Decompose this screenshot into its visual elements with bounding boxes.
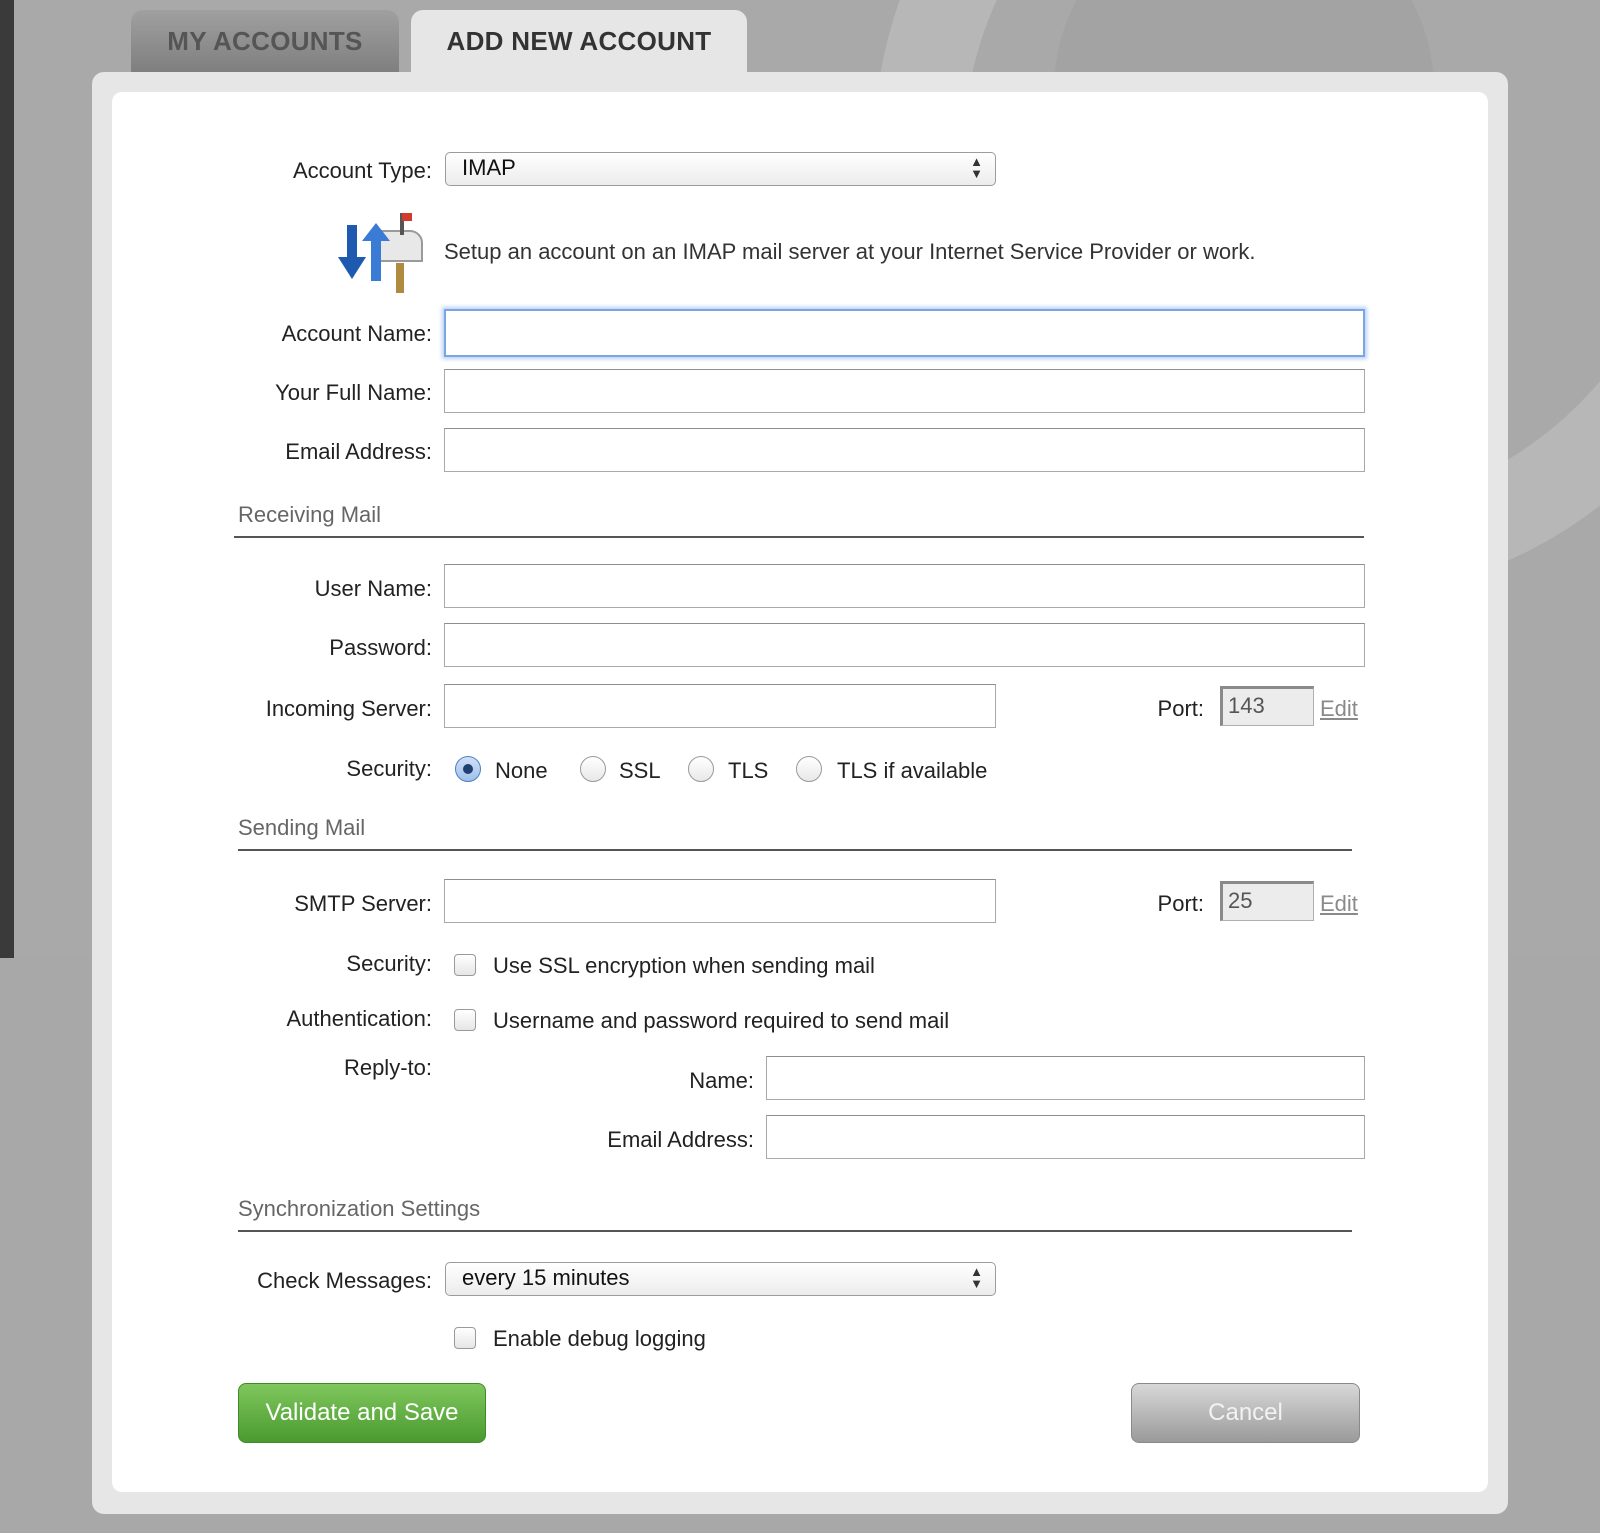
account-type-label: Account Type:: [292, 158, 432, 183]
reply-to-email-label: Email Address:: [607, 1127, 754, 1152]
check-messages-value: every 15 minutes: [462, 1265, 630, 1290]
receiving-mail-heading: Receiving Mail: [238, 502, 382, 527]
incoming-port-edit-link[interactable]: Edit: [1320, 696, 1358, 722]
full-name-input[interactable]: [444, 369, 1365, 413]
security-tls-if-available-radio[interactable]: [796, 756, 822, 782]
security-none-radio[interactable]: [455, 756, 481, 782]
select-arrows-icon: ▲ ▼: [970, 154, 983, 181]
user-name-label: User Name:: [314, 576, 432, 601]
check-messages-label: Check Messages:: [257, 1268, 432, 1293]
security-none-label: None: [495, 758, 548, 783]
authentication-checkbox-label: Username and password required to send m…: [493, 1008, 950, 1033]
reply-to-name-label: Name:: [689, 1068, 754, 1093]
tab-my-accounts[interactable]: MY ACCOUNTS: [131, 10, 399, 72]
mailbox-icon: [338, 213, 423, 293]
account-name-label: Account Name:: [281, 321, 432, 346]
incoming-port-field: 143: [1220, 686, 1314, 726]
account-type-select[interactable]: IMAP ▲ ▼: [445, 152, 996, 186]
sending-security-label: Security:: [346, 951, 432, 976]
smtp-port-edit-link[interactable]: Edit: [1320, 891, 1358, 917]
incoming-port-label: Port:: [1157, 696, 1204, 721]
authentication-label: Authentication:: [286, 1006, 432, 1031]
password-label: Password:: [329, 635, 432, 660]
authentication-checkbox[interactable]: [454, 1009, 476, 1031]
email-address-input[interactable]: [444, 428, 1365, 472]
account-name-input[interactable]: [444, 309, 1365, 357]
check-messages-select[interactable]: every 15 minutes ▲ ▼: [445, 1262, 996, 1296]
debug-logging-checkbox[interactable]: [454, 1327, 476, 1349]
user-name-input[interactable]: [444, 564, 1365, 608]
smtp-port-label: Port:: [1157, 891, 1204, 916]
reply-to-name-input[interactable]: [766, 1056, 1365, 1100]
select-arrows-icon: ▲ ▼: [970, 1264, 983, 1291]
email-address-label: Email Address:: [285, 439, 432, 464]
account-panel: [92, 72, 1508, 1514]
ssl-encryption-label: Use SSL encryption when sending mail: [493, 953, 875, 978]
debug-logging-label: Enable debug logging: [493, 1326, 706, 1351]
ssl-encryption-checkbox[interactable]: [454, 954, 476, 976]
tab-add-new-account[interactable]: ADD NEW ACCOUNT: [411, 10, 747, 72]
validate-and-save-button[interactable]: Validate and Save: [238, 1383, 486, 1443]
security-ssl-label: SSL: [619, 758, 661, 783]
sync-settings-heading: Synchronization Settings: [238, 1196, 481, 1221]
smtp-server-input[interactable]: [444, 879, 996, 923]
smtp-port-field: 25: [1220, 881, 1314, 921]
receiving-mail-divider: [234, 536, 1364, 538]
sending-mail-divider: [238, 849, 1352, 851]
incoming-server-input[interactable]: [444, 684, 996, 728]
password-input[interactable]: [444, 623, 1365, 667]
reply-to-label: Reply-to:: [343, 1055, 432, 1080]
reply-to-email-input[interactable]: [766, 1115, 1365, 1159]
security-tls-label: TLS: [728, 758, 769, 783]
sending-mail-heading: Sending Mail: [238, 815, 366, 840]
security-tls-if-available-label: TLS if available: [837, 758, 988, 783]
security-ssl-radio[interactable]: [580, 756, 606, 782]
receiving-security-label: Security:: [346, 756, 432, 781]
security-tls-radio[interactable]: [688, 756, 714, 782]
incoming-server-label: Incoming Server:: [265, 696, 432, 721]
smtp-server-label: SMTP Server:: [294, 891, 432, 916]
cancel-button[interactable]: Cancel: [1131, 1383, 1360, 1443]
account-type-description: Setup an account on an IMAP mail server …: [444, 239, 1256, 264]
account-type-value: IMAP: [462, 155, 516, 180]
sync-settings-divider: [238, 1230, 1352, 1232]
full-name-label: Your Full Name:: [275, 380, 432, 405]
